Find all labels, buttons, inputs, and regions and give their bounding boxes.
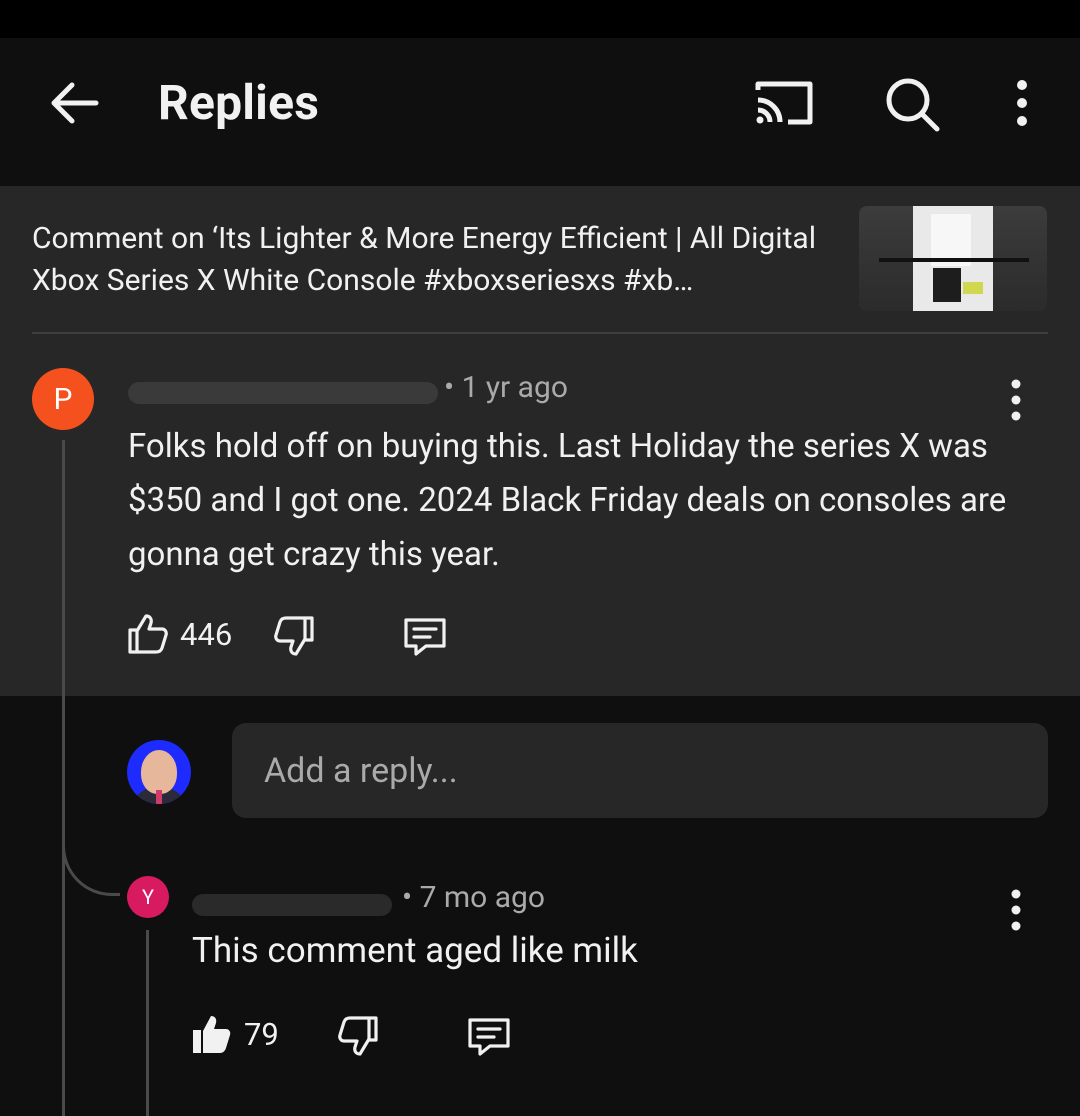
reply-button[interactable] [402, 614, 448, 658]
more-vertical-icon[interactable] [1006, 78, 1038, 128]
thumbs-down-icon [274, 616, 314, 656]
app-header: Replies [0, 38, 1080, 186]
more-vertical-icon[interactable] [1004, 378, 1028, 422]
parent-comment: P • 1 yr ago Folks hold off on buying th… [0, 334, 1080, 696]
like-count: 446 [180, 615, 233, 653]
search-icon[interactable] [882, 74, 942, 134]
thumbs-up-filled-icon [193, 1016, 231, 1053]
reply-text: This comment aged like milk [192, 930, 638, 971]
avatar[interactable]: Y [127, 876, 169, 918]
thread-line [62, 440, 65, 1116]
avatar[interactable]: P [32, 368, 94, 430]
context-text: Comment on ‘Its Lighter & More Energy Ef… [32, 221, 816, 298]
dislike-button[interactable] [272, 614, 316, 658]
comment-icon [468, 1018, 510, 1056]
reply-timestamp: • 7 mo ago [402, 880, 545, 915]
redacted-author-name [192, 894, 392, 916]
like-count: 79 [244, 1015, 279, 1053]
cast-icon[interactable] [752, 78, 816, 128]
page-title: Replies [158, 74, 320, 131]
video-thumbnail[interactable] [859, 206, 1047, 311]
comment-author[interactable] [128, 370, 448, 410]
thread-line [146, 930, 149, 1116]
comment-icon [404, 618, 446, 656]
thumbs-up-icon [128, 614, 168, 654]
comment-timestamp: • 1 yr ago [444, 370, 568, 405]
reply-author[interactable] [192, 884, 404, 920]
reply-button[interactable] [466, 1014, 512, 1058]
avatar [127, 740, 191, 804]
thumbs-down-icon [338, 1016, 378, 1056]
reply-input-placeholder: Add a reply... [264, 750, 458, 791]
more-vertical-icon[interactable] [1004, 888, 1028, 932]
like-button[interactable]: 79 [190, 1012, 279, 1056]
like-button[interactable]: 446 [126, 612, 232, 656]
reply-input[interactable]: Add a reply... [232, 723, 1048, 818]
comment-text: Folks hold off on buying this. Last Holi… [128, 427, 1007, 574]
redacted-author-name [128, 382, 438, 404]
status-bar [0, 0, 1080, 38]
video-context-banner[interactable]: Comment on ‘Its Lighter & More Energy Ef… [0, 186, 1080, 334]
arrow-left-icon[interactable] [44, 78, 104, 128]
thread-connector [62, 820, 120, 896]
dislike-button[interactable] [336, 1014, 380, 1058]
